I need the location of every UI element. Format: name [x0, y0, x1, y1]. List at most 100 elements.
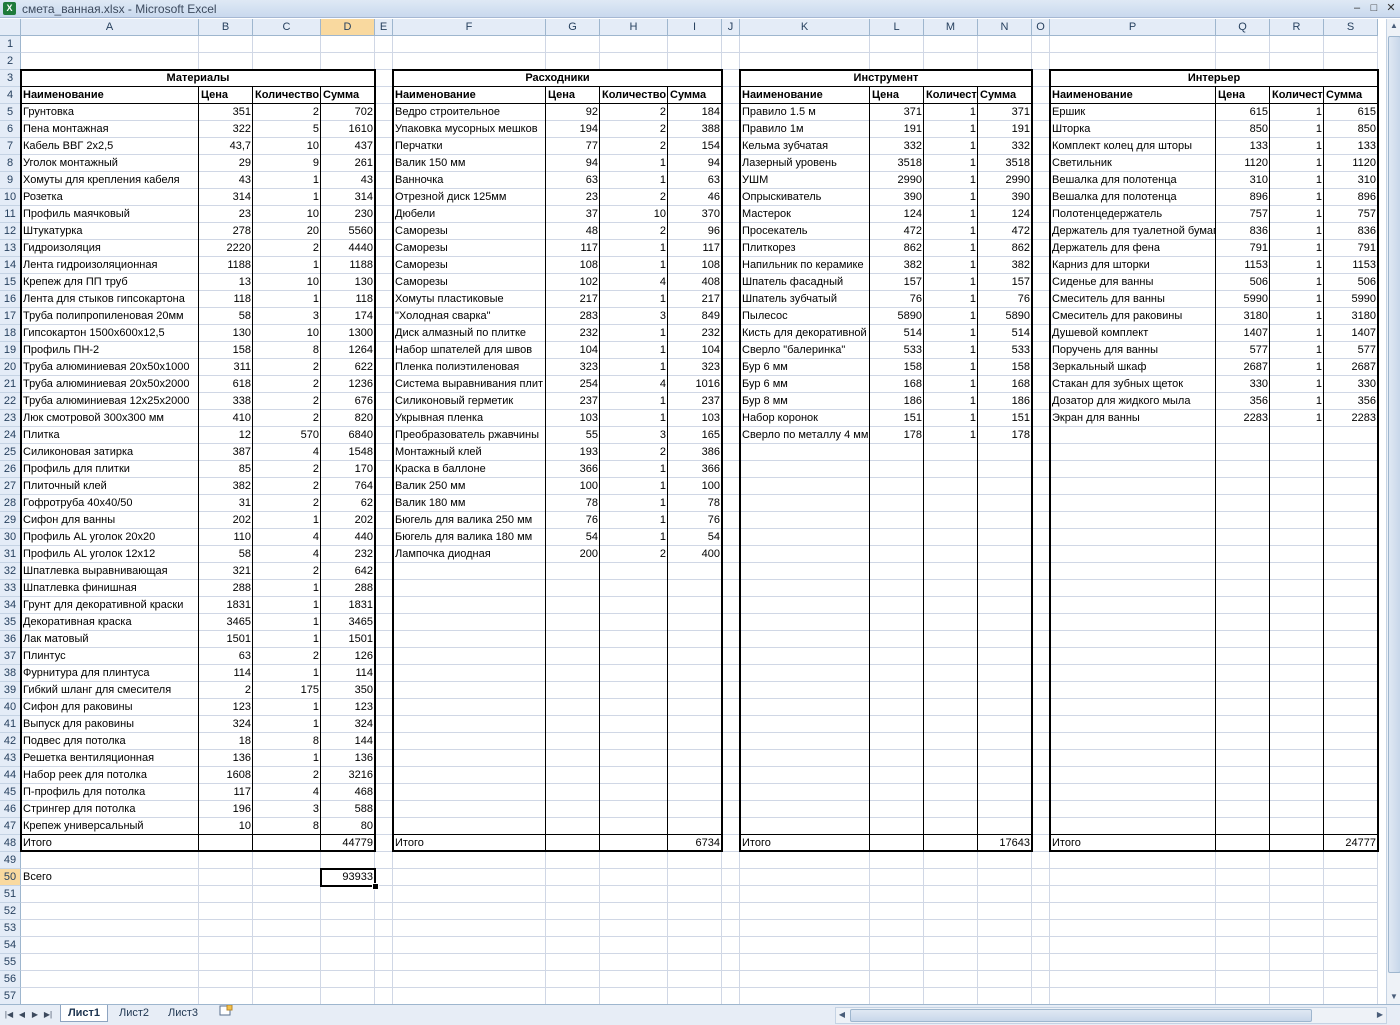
item-name[interactable]: Вешалка для полотенца: [1050, 189, 1216, 206]
item-name[interactable]: Кисть для декоративной: [740, 325, 870, 342]
item-sum[interactable]: 791: [1324, 240, 1378, 257]
item-price[interactable]: 58: [199, 308, 253, 325]
item-sum[interactable]: 154: [668, 138, 722, 155]
item-sum[interactable]: 1300: [321, 325, 375, 342]
item-name[interactable]: Набор коронок: [740, 410, 870, 427]
item-sum[interactable]: 388: [668, 121, 722, 138]
item-sum[interactable]: 408: [668, 274, 722, 291]
item-sum[interactable]: 1016: [668, 376, 722, 393]
item-name[interactable]: Правило 1м: [740, 121, 870, 138]
row-header-18[interactable]: 18: [0, 325, 21, 342]
item-qty[interactable]: 2: [253, 495, 321, 512]
item-price[interactable]: 118: [199, 291, 253, 308]
item-sum[interactable]: 3518: [978, 155, 1032, 172]
item-qty[interactable]: 2: [253, 461, 321, 478]
item-name[interactable]: Профиль для плитки: [21, 461, 199, 478]
row-header-32[interactable]: 32: [0, 563, 21, 580]
item-qty[interactable]: 1: [924, 172, 978, 189]
item-sum[interactable]: 46: [668, 189, 722, 206]
item-name[interactable]: Шпатлевка финишная: [21, 580, 199, 597]
item-qty[interactable]: 1: [924, 206, 978, 223]
item-name[interactable]: Гидроизоляция: [21, 240, 199, 257]
item-sum[interactable]: 130: [321, 274, 375, 291]
item-price[interactable]: 366: [546, 461, 600, 478]
item-qty[interactable]: 1: [253, 750, 321, 767]
item-sum[interactable]: 100: [668, 478, 722, 495]
item-name[interactable]: Опрыскиватель: [740, 189, 870, 206]
item-price[interactable]: 1120: [1216, 155, 1270, 172]
item-price[interactable]: 514: [870, 325, 924, 342]
sheet-tab-1[interactable]: Лист1: [60, 1005, 108, 1022]
item-name[interactable]: Дюбели: [393, 206, 546, 223]
item-sum[interactable]: 3180: [1324, 308, 1378, 325]
item-name[interactable]: Труба полипропиленовая 20мм: [21, 308, 199, 325]
item-name[interactable]: Сверло по металлу 4 мм: [740, 427, 870, 444]
item-name[interactable]: Дозатор для жидкого мыла: [1050, 393, 1216, 410]
item-qty[interactable]: 1: [924, 376, 978, 393]
item-sum[interactable]: 1407: [1324, 325, 1378, 342]
item-name[interactable]: Профиль AL уголок 20х20: [21, 529, 199, 546]
item-name[interactable]: П-профиль для потолка: [21, 784, 199, 801]
item-price[interactable]: 23: [546, 189, 600, 206]
grand-total-label[interactable]: Всего: [21, 869, 199, 886]
item-sum[interactable]: 217: [668, 291, 722, 308]
row-header-35[interactable]: 35: [0, 614, 21, 631]
column-header-k[interactable]: K: [740, 19, 870, 36]
item-price[interactable]: 791: [1216, 240, 1270, 257]
item-price[interactable]: 102: [546, 274, 600, 291]
item-price[interactable]: 117: [199, 784, 253, 801]
item-name[interactable]: Ванночка: [393, 172, 546, 189]
item-sum[interactable]: 850: [1324, 121, 1378, 138]
item-price[interactable]: 114: [199, 665, 253, 682]
row-header-36[interactable]: 36: [0, 631, 21, 648]
item-price[interactable]: 18: [199, 733, 253, 750]
item-qty[interactable]: 1: [924, 427, 978, 444]
column-header-d[interactable]: D: [321, 19, 375, 36]
header-qty[interactable]: Количество: [253, 87, 321, 104]
item-sum[interactable]: 54: [668, 529, 722, 546]
item-price[interactable]: 58: [199, 546, 253, 563]
item-name[interactable]: Поручень для ванны: [1050, 342, 1216, 359]
item-price[interactable]: 2990: [870, 172, 924, 189]
item-sum[interactable]: 896: [1324, 189, 1378, 206]
item-qty[interactable]: 1: [253, 716, 321, 733]
item-qty[interactable]: 2: [600, 546, 668, 563]
item-qty[interactable]: 10: [600, 206, 668, 223]
item-price[interactable]: 322: [199, 121, 253, 138]
item-name[interactable]: Подвес для потолка: [21, 733, 199, 750]
item-name[interactable]: Бур 6 мм: [740, 376, 870, 393]
row-header-27[interactable]: 27: [0, 478, 21, 495]
item-sum[interactable]: 76: [978, 291, 1032, 308]
item-sum[interactable]: 43: [321, 172, 375, 189]
row-header-52[interactable]: 52: [0, 903, 21, 920]
item-name[interactable]: Плиточный клей: [21, 478, 199, 495]
row-header-19[interactable]: 19: [0, 342, 21, 359]
item-name[interactable]: Бюгель для валика 250 мм: [393, 512, 546, 529]
item-sum[interactable]: 702: [321, 104, 375, 121]
item-price[interactable]: 10: [199, 818, 253, 835]
item-sum[interactable]: 1610: [321, 121, 375, 138]
item-qty[interactable]: 2: [253, 410, 321, 427]
item-qty[interactable]: 2: [253, 767, 321, 784]
row-header-54[interactable]: 54: [0, 937, 21, 954]
item-sum[interactable]: 2283: [1324, 410, 1378, 427]
row-header-49[interactable]: 49: [0, 852, 21, 869]
row-header-46[interactable]: 46: [0, 801, 21, 818]
item-qty[interactable]: 1: [600, 240, 668, 257]
row-header-22[interactable]: 22: [0, 393, 21, 410]
item-sum[interactable]: 836: [1324, 223, 1378, 240]
item-price[interactable]: 5890: [870, 308, 924, 325]
item-sum[interactable]: 261: [321, 155, 375, 172]
item-qty[interactable]: 1: [600, 478, 668, 495]
item-qty[interactable]: 1: [924, 104, 978, 121]
row-header-34[interactable]: 34: [0, 597, 21, 614]
item-price[interactable]: 108: [546, 257, 600, 274]
item-price[interactable]: 168: [870, 376, 924, 393]
item-qty[interactable]: 1: [600, 325, 668, 342]
item-price[interactable]: 323: [546, 359, 600, 376]
row-header-12[interactable]: 12: [0, 223, 21, 240]
row-header-25[interactable]: 25: [0, 444, 21, 461]
item-price[interactable]: 615: [1216, 104, 1270, 121]
item-sum[interactable]: 103: [668, 410, 722, 427]
header-sum[interactable]: Сумма: [668, 87, 722, 104]
